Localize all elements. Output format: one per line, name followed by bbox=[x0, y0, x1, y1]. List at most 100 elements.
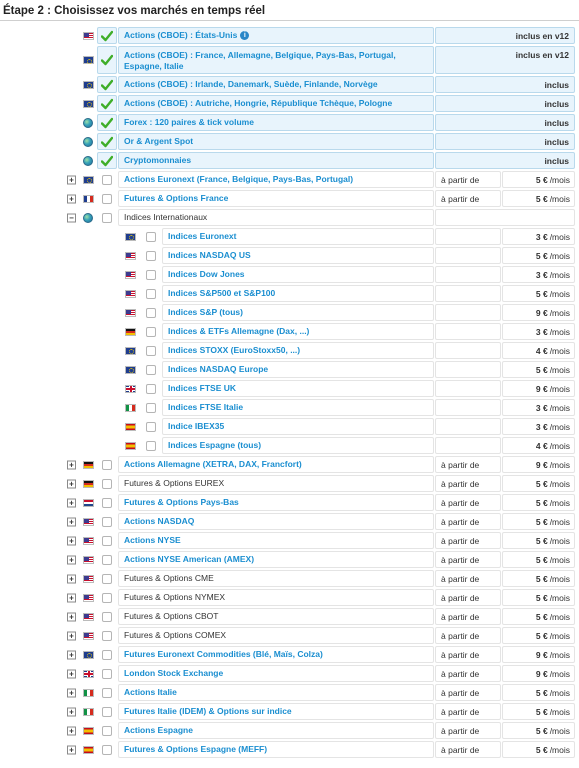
price-cell: 9 €/mois bbox=[502, 646, 575, 663]
markets-list: Actions (CBOE) : États-Unis i inclus en v1… bbox=[0, 26, 579, 759]
market-checkbox[interactable] bbox=[102, 687, 112, 698]
index-checkbox[interactable] bbox=[146, 383, 156, 394]
info-icon[interactable]: i bbox=[240, 31, 250, 40]
market-name[interactable]: Actions (CBOE) : Irlande, Danemark, Suèd… bbox=[118, 76, 434, 93]
expand-toggle[interactable]: + bbox=[67, 175, 76, 184]
expand-toggle[interactable]: + bbox=[67, 555, 76, 564]
eu-flag-icon bbox=[125, 232, 136, 241]
market-checkbox[interactable] bbox=[102, 554, 112, 565]
market-name[interactable]: Actions Espagne bbox=[118, 722, 434, 739]
expand-toggle[interactable]: + bbox=[67, 517, 76, 526]
index-name[interactable]: Indices & ETFs Allemagne (Dax, ...) bbox=[162, 323, 434, 340]
index-name[interactable]: Indices FTSE UK bbox=[162, 380, 434, 397]
market-name[interactable]: Actions Euronext (France, Belgique, Pays… bbox=[118, 171, 434, 188]
market-checkbox[interactable] bbox=[102, 630, 112, 641]
index-name[interactable]: Indices NASDAQ Europe bbox=[162, 361, 434, 378]
market-checkbox[interactable] bbox=[102, 725, 112, 736]
price-cell: 5 €/mois bbox=[502, 703, 575, 720]
eu-flag-icon bbox=[83, 175, 94, 184]
expand-toggle[interactable]: + bbox=[67, 707, 76, 716]
market-name[interactable]: Actions (CBOE) : France, Allemagne, Belg… bbox=[118, 46, 434, 74]
index-checkbox[interactable] bbox=[146, 364, 156, 375]
index-name[interactable]: Indice IBEX35 bbox=[162, 418, 434, 435]
market-name[interactable]: Or & Argent Spot bbox=[118, 133, 434, 150]
index-checkbox[interactable] bbox=[146, 345, 156, 356]
market-checkbox[interactable] bbox=[102, 573, 112, 584]
globe-icon bbox=[83, 155, 93, 166]
collapse-toggle[interactable]: − bbox=[67, 213, 76, 222]
market-name[interactable]: London Stock Exchange bbox=[118, 665, 434, 682]
expand-toggle[interactable]: + bbox=[67, 536, 76, 545]
price-cell: 3 €/mois bbox=[502, 323, 575, 340]
index-checkbox[interactable] bbox=[146, 402, 156, 413]
group-name[interactable]: Indices Internationaux bbox=[118, 209, 434, 226]
market-name[interactable]: Actions NYSE bbox=[118, 532, 434, 549]
market-name[interactable]: Futures Italie (IDEM) & Options sur indi… bbox=[118, 703, 434, 720]
expand-toggle[interactable]: + bbox=[67, 669, 76, 678]
expand-toggle[interactable]: + bbox=[67, 194, 76, 203]
expand-toggle[interactable]: + bbox=[67, 498, 76, 507]
expand-toggle[interactable]: + bbox=[67, 574, 76, 583]
market-row: + Futures & Options NYMEX à partir de 5 €/m… bbox=[0, 588, 579, 607]
market-row: + Futures & Options CBOT à partir de 5 €/mo… bbox=[0, 607, 579, 626]
market-name[interactable]: Futures & Options Pays-Bas bbox=[118, 494, 434, 511]
index-checkbox[interactable] bbox=[146, 288, 156, 299]
expand-toggle[interactable]: + bbox=[67, 460, 76, 469]
market-name[interactable]: Futures & Options Espagne (MEFF) bbox=[118, 741, 434, 758]
index-checkbox[interactable] bbox=[146, 231, 156, 242]
index-checkbox[interactable] bbox=[146, 440, 156, 451]
market-name[interactable]: Actions NYSE American (AMEX) bbox=[118, 551, 434, 568]
market-name[interactable]: Actions NASDAQ bbox=[118, 513, 434, 530]
index-name[interactable]: Indices NASDAQ US bbox=[162, 247, 434, 264]
price-cell: 3 €/mois bbox=[502, 418, 575, 435]
market-name[interactable]: Actions (CBOE) : États-Unis i bbox=[118, 27, 434, 44]
market-checkbox[interactable] bbox=[102, 744, 112, 755]
index-checkbox[interactable] bbox=[146, 421, 156, 432]
price-unit: /mois bbox=[549, 364, 570, 375]
market-checkbox[interactable] bbox=[102, 668, 112, 679]
market-checkbox[interactable] bbox=[102, 193, 112, 204]
market-name[interactable]: Actions Italie bbox=[118, 684, 434, 701]
index-checkbox[interactable] bbox=[146, 307, 156, 318]
market-name[interactable]: Futures Euronext Commodities (Blé, Maïs,… bbox=[118, 646, 434, 663]
market-checkbox[interactable] bbox=[102, 706, 112, 717]
market-checkbox[interactable] bbox=[102, 174, 112, 185]
expand-toggle[interactable]: + bbox=[67, 612, 76, 621]
market-name[interactable]: Forex : 120 paires & tick volume bbox=[118, 114, 434, 131]
market-checkbox[interactable] bbox=[102, 478, 112, 489]
market-name[interactable]: Actions Allemagne (XETRA, DAX, Francfort… bbox=[118, 456, 434, 473]
index-name[interactable]: Indices STOXX (EuroStoxx50, ...) bbox=[162, 342, 434, 359]
index-name[interactable]: Indices Euronext bbox=[162, 228, 434, 245]
de-flag-icon bbox=[83, 479, 94, 488]
index-checkbox[interactable] bbox=[146, 269, 156, 280]
expand-toggle[interactable]: + bbox=[67, 479, 76, 488]
index-name[interactable]: Indices FTSE Italie bbox=[162, 399, 434, 416]
price-unit: /mois bbox=[549, 535, 570, 546]
index-name[interactable]: Indices S&P500 et S&P100 bbox=[162, 285, 434, 302]
market-checkbox[interactable] bbox=[102, 611, 112, 622]
index-name[interactable]: Indices Dow Jones bbox=[162, 266, 434, 283]
market-name[interactable]: Cryptomonnaies bbox=[118, 152, 434, 169]
expand-toggle[interactable]: + bbox=[67, 688, 76, 697]
expand-toggle[interactable]: + bbox=[67, 726, 76, 735]
group-checkbox[interactable] bbox=[102, 212, 112, 223]
market-checkbox[interactable] bbox=[102, 497, 112, 508]
index-name[interactable]: Indices S&P (tous) bbox=[162, 304, 434, 321]
price-unit: /mois bbox=[549, 288, 570, 299]
index-checkbox[interactable] bbox=[146, 250, 156, 261]
included-status: inclus bbox=[435, 76, 575, 93]
market-checkbox[interactable] bbox=[102, 592, 112, 603]
market-checkbox[interactable] bbox=[102, 516, 112, 527]
expand-toggle[interactable]: + bbox=[67, 593, 76, 602]
market-name[interactable]: Futures & Options France bbox=[118, 190, 434, 207]
expand-toggle[interactable]: + bbox=[67, 650, 76, 659]
market-checkbox[interactable] bbox=[102, 649, 112, 660]
market-checkbox[interactable] bbox=[102, 459, 112, 470]
market-name[interactable]: Actions (CBOE) : Autriche, Hongrie, Répu… bbox=[118, 95, 434, 112]
index-checkbox[interactable] bbox=[146, 326, 156, 337]
market-name-text: Actions (CBOE) : États-Unis bbox=[124, 29, 238, 40]
market-checkbox[interactable] bbox=[102, 535, 112, 546]
expand-toggle[interactable]: + bbox=[67, 631, 76, 640]
expand-toggle[interactable]: + bbox=[67, 745, 76, 754]
index-name[interactable]: Indices Espagne (tous) bbox=[162, 437, 434, 454]
